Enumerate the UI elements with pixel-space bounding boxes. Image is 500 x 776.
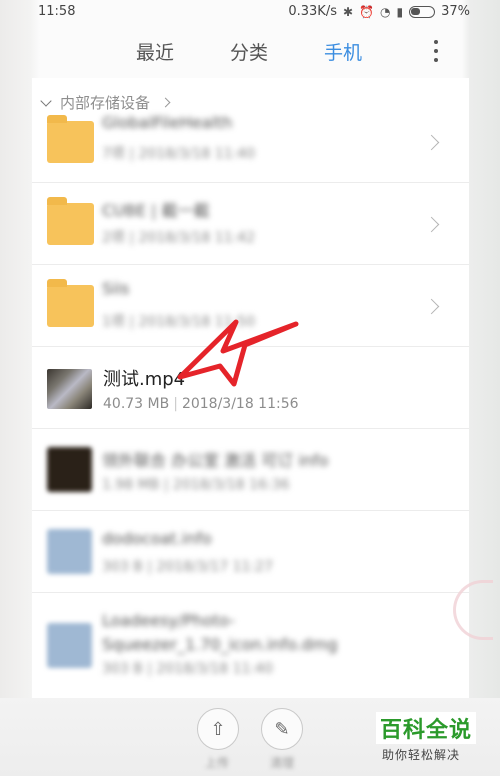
file-meta: 303 B | 2018/3/17 11:27 [102,559,273,575]
clean-button[interactable]: ✎ [261,708,303,750]
video-thumbnail [47,369,92,409]
file-row[interactable]: dodocoat.info 303 B | 2018/3/17 11:27 [32,511,469,593]
bluetooth-icon: ✱ [342,4,354,19]
folder-name: GlobalFileHealth [102,113,233,132]
folder-meta: 2项 | 2018/3/18 11:42 [102,230,256,246]
folder-name: CUBE | 截一截 [102,201,210,220]
folder-row[interactable]: Siis 1项 | 2018/3/18 11:50 [32,265,469,347]
file-name: 领外联合 办公室 激活 可订 info [102,451,329,470]
brush-icon: ✎ [274,718,290,740]
file-row[interactable]: 领外联合 办公室 激活 可订 info 1.98 MB | 2018/3/18 … [32,429,469,511]
folder-meta: 1项 | 2018/3/18 11:50 [102,314,256,330]
network-speed: 0.33K/s [288,4,337,19]
clean-label: 清理 [270,756,295,770]
upload-button[interactable]: ⇧ [197,708,239,750]
folder-icon [47,279,94,327]
status-time: 11:58 [38,4,76,19]
status-bar: 11:58 0.33K/s ✱ ⏰ ◔ ▮ 37% [0,0,500,28]
file-name: 测试.mp4 [103,369,186,390]
file-size: 40.73 MB [103,396,170,412]
top-tabs: 最近 分类 手机 [32,30,468,74]
status-indicators: 0.33K/s ✱ ⏰ ◔ ▮ 37% [288,4,470,19]
folder-name: Siis [102,279,130,298]
folder-row[interactable]: GlobalFileHealth 7项 | 2018/3/18 11:40 [32,101,469,183]
battery-percent: 37% [441,4,470,19]
folder-icon [47,197,94,245]
tab-recent[interactable]: 最近 [136,38,174,65]
document-icon [47,529,92,574]
file-name: dodocoat.info [102,529,212,548]
more-options-icon[interactable] [432,40,440,62]
upload-icon: ⇧ [210,718,226,740]
file-meta: 40.73 MB | 2018/3/18 11:56 [103,396,299,412]
file-meta: 303 B | 2018/3/18 11:40 [102,661,273,677]
video-file-row[interactable]: 测试.mp4 40.73 MB | 2018/3/18 11:56 [32,347,469,429]
chevron-right-icon [423,134,440,151]
file-list-panel: 内部存储设备 GlobalFileHealth 7项 | 2018/3/18 1… [32,78,469,698]
folder-icon [47,115,94,163]
tab-phone[interactable]: 手机 [324,38,362,65]
file-meta: 1.98 MB | 2018/3/18 16:36 [102,477,290,493]
file-row[interactable]: Loadeesy/Photo-Squeezer_1.70_icon.info.d… [32,593,469,693]
folder-row[interactable]: CUBE | 截一截 2项 | 2018/3/18 11:42 [32,183,469,265]
file-thumbnail [47,447,92,492]
document-icon [47,623,92,668]
watermark-subtitle: 助你轻松解决 [382,748,461,762]
file-date: 2018/3/18 11:56 [181,396,299,412]
wifi-icon: ◔ [380,4,391,19]
alarm-icon: ⏰ [359,4,374,19]
tab-category[interactable]: 分类 [230,38,268,65]
file-name: Loadeesy/Photo-Squeezer_1.70_icon.info.d… [102,611,338,654]
battery-icon [409,5,436,18]
upload-label: 上传 [205,756,230,770]
folder-meta: 7项 | 2018/3/18 11:40 [102,146,256,162]
chevron-right-icon [423,216,440,233]
watermark-logo: 百科全说 助你轻松解决 [370,712,494,768]
chevron-right-icon [423,298,440,315]
signal-icon: ▮ [396,4,404,19]
watermark-title: 百科全说 [376,712,477,744]
